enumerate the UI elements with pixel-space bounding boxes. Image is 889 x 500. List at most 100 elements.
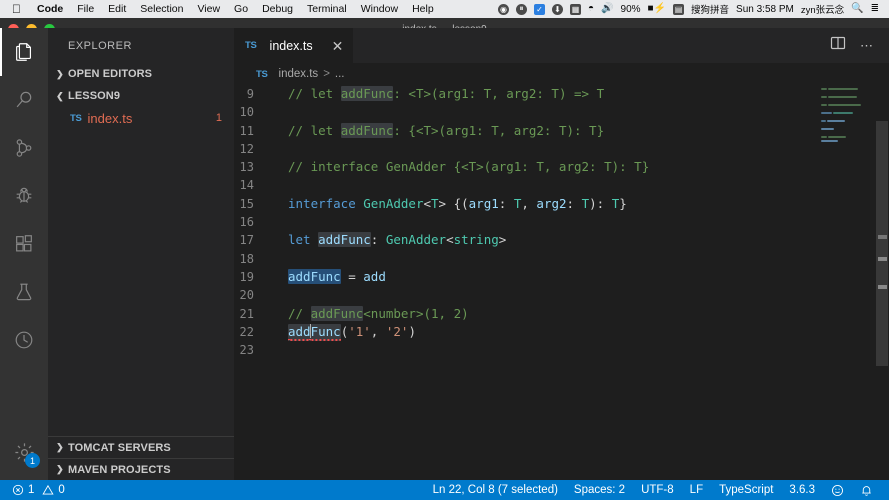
menu-terminal[interactable]: Terminal (300, 3, 354, 15)
split-editor-icon[interactable] (830, 35, 846, 56)
search-icon[interactable]: 🔍 (851, 4, 863, 14)
activity-item-debug[interactable] (0, 172, 48, 220)
scrollbar-thumb[interactable] (876, 121, 888, 366)
activity-item-explorer[interactable] (0, 28, 48, 76)
editor-scrollbar[interactable] (875, 85, 889, 480)
bell-icon (860, 484, 873, 497)
editor-actions: ⋯ (830, 28, 889, 63)
breadcrumb-overflow[interactable]: ... (335, 68, 345, 80)
code-line: 16 (234, 213, 889, 231)
wifi-icon[interactable]: ◓ (588, 4, 594, 14)
line-content: addFunc = add (276, 268, 386, 286)
code-line: 21 // addFunc<number>(1, 2) (234, 305, 889, 323)
breadcrumb-file[interactable]: index.ts (279, 68, 319, 80)
debug-bug-icon (13, 185, 35, 207)
volume-icon[interactable]: 🔊 (601, 4, 613, 14)
menu-help[interactable]: Help (405, 3, 441, 15)
grid-icon[interactable]: ▦ (570, 4, 581, 15)
beaker-icon (13, 281, 35, 303)
activity-item-manage[interactable]: 1 (0, 428, 48, 476)
line-number: 22 (234, 323, 276, 341)
download-icon[interactable]: ⬇ (552, 4, 563, 15)
more-actions-icon[interactable]: ⋯ (860, 39, 875, 52)
code-line: 10 (234, 103, 889, 121)
activity-item-extensions[interactable] (0, 220, 48, 268)
workbench: 1 EXPLORER ❯ OPEN EDITORS ❮ LESSON9 TS i… (0, 28, 889, 480)
line-number: 19 (234, 268, 276, 286)
overview-match-marker (878, 285, 887, 289)
menu-file[interactable]: File (70, 3, 101, 15)
error-circle-icon (12, 484, 24, 496)
clock[interactable]: Sun 3:58 PM (736, 4, 794, 15)
chevron-right-icon: ❯ (52, 464, 68, 475)
battery-charging-icon[interactable]: ■⚡ (648, 4, 667, 14)
status-cursor-position[interactable]: Ln 22, Col 8 (7 selected) (425, 484, 566, 496)
line-number: 11 (234, 122, 276, 140)
user-name[interactable]: zyn张云念 (801, 2, 844, 16)
sidebar-file-index-ts[interactable]: TS index.ts 1 (48, 107, 234, 129)
sidebar-section-label: MAVEN PROJECTS (68, 464, 171, 476)
status-language-mode[interactable]: TypeScript (711, 484, 781, 496)
breadcrumb-separator: > (323, 68, 330, 80)
battery-percent[interactable]: 90% (621, 4, 641, 15)
status-encoding[interactable]: UTF-8 (633, 484, 682, 496)
source-control-icon (13, 137, 35, 159)
activity-item-source-control[interactable] (0, 124, 48, 172)
menu-app-name[interactable]: Code (30, 3, 70, 15)
input-method-icon[interactable]: ▤ (673, 4, 684, 15)
menu-window[interactable]: Window (354, 3, 405, 15)
activity-item-history[interactable] (0, 316, 48, 364)
control-center-icon[interactable]: ≣ (871, 4, 879, 14)
files-icon (13, 41, 35, 63)
todo-icon[interactable]: ✓ (534, 4, 545, 15)
line-content: // let addFunc: {<T>(arg1: T, arg2: T): … (276, 122, 604, 140)
code-line: 13 // interface GenAdder {<T>(arg1: T, a… (234, 158, 889, 176)
menu-edit[interactable]: Edit (101, 3, 133, 15)
typescript-file-icon: TS (70, 113, 82, 124)
menu-go[interactable]: Go (227, 3, 255, 15)
menu-debug[interactable]: Debug (255, 3, 300, 15)
sidebar-explorer: EXPLORER ❯ OPEN EDITORS ❮ LESSON9 TS ind… (48, 28, 234, 480)
line-number: 14 (234, 176, 276, 194)
line-content: // addFunc<number>(1, 2) (276, 305, 469, 323)
line-content: // let addFunc: <T>(arg1: T, arg2: T) =>… (276, 85, 604, 103)
screen-record-icon[interactable]: ◉ (498, 4, 509, 15)
do-not-disturb-icon[interactable]: ⏸ (516, 4, 527, 15)
line-number: 20 (234, 286, 276, 304)
ime-label[interactable]: 搜狗拼音 (691, 2, 729, 16)
line-content: addFunc('1', '2') (276, 323, 416, 341)
code-line: 15 interface GenAdder<T> {(arg1: T, arg2… (234, 195, 889, 213)
activity-item-search[interactable] (0, 76, 48, 124)
editor-group: TS index.ts ✕ ⋯ TS index.ts > ... (234, 28, 889, 480)
code-line: 20 (234, 286, 889, 304)
status-problems[interactable]: 1 0 (8, 484, 73, 496)
status-typescript-version[interactable]: 3.6.3 (781, 484, 823, 496)
code-editor[interactable]: 9 // let addFunc: <T>(arg1: T, arg2: T) … (234, 85, 889, 480)
menu-selection[interactable]: Selection (133, 3, 190, 15)
search-icon (13, 89, 35, 111)
warning-triangle-icon (42, 484, 54, 496)
activity-item-test[interactable] (0, 268, 48, 316)
apple-icon[interactable]:  (12, 3, 21, 15)
status-notifications[interactable] (852, 484, 881, 497)
line-number: 16 (234, 213, 276, 231)
sidebar-section-tomcat-servers[interactable]: ❯ TOMCAT SERVERS (48, 436, 234, 458)
breadcrumb: TS index.ts > ... (234, 63, 889, 85)
menu-view[interactable]: View (190, 3, 227, 15)
close-icon[interactable]: ✕ (320, 39, 344, 53)
macos-menu-bar:  Code File Edit Selection View Go Debug… (0, 0, 889, 18)
sidebar-section-open-editors[interactable]: ❯ OPEN EDITORS (48, 63, 234, 85)
sidebar-section-maven-projects[interactable]: ❯ MAVEN PROJECTS (48, 458, 234, 480)
status-indentation[interactable]: Spaces: 2 (566, 484, 633, 496)
line-content: // interface GenAdder {<T>(arg1: T, arg2… (276, 158, 649, 176)
minimap[interactable] (817, 85, 873, 480)
line-number: 13 (234, 158, 276, 176)
line-number: 9 (234, 85, 276, 103)
code-lines: 9 // let addFunc: <T>(arg1: T, arg2: T) … (234, 85, 889, 480)
sidebar-section-lesson9[interactable]: ❮ LESSON9 (48, 85, 234, 107)
status-eol[interactable]: LF (682, 484, 711, 496)
clock-icon (13, 329, 35, 351)
status-feedback[interactable] (823, 484, 852, 497)
tab-index-ts[interactable]: TS index.ts ✕ (234, 28, 354, 63)
code-line: 17 let addFunc: GenAdder<string> (234, 231, 889, 249)
